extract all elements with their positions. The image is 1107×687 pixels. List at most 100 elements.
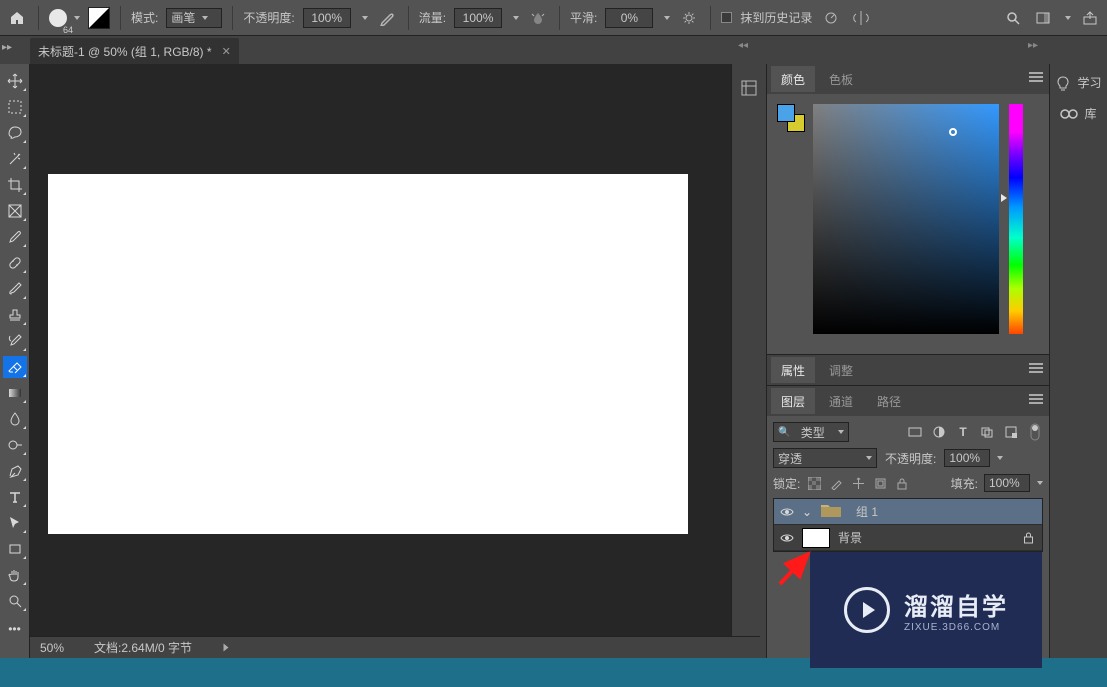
tab-adjust[interactable]: 调整	[819, 357, 863, 383]
status-menu-icon[interactable]	[224, 644, 229, 652]
mode-label: 模式:	[131, 9, 158, 26]
airbrush-icon[interactable]	[527, 7, 549, 29]
visibility-toggle[interactable]	[780, 505, 794, 519]
tab-layers[interactable]: 图层	[771, 388, 815, 414]
fg-bg-swatch[interactable]	[777, 104, 805, 132]
color-field[interactable]	[813, 104, 999, 334]
zoom-level[interactable]: 50%	[40, 641, 64, 655]
lock-position-icon[interactable]	[850, 475, 866, 491]
workspace-icon[interactable]	[1032, 7, 1054, 29]
doc-info[interactable]: 文档:2.64M/0 字节	[94, 639, 192, 656]
hand-tool[interactable]	[3, 564, 27, 586]
tab-attributes[interactable]: 属性	[771, 357, 815, 383]
eyedropper-tool[interactable]	[3, 226, 27, 248]
tab-paths[interactable]: 路径	[867, 388, 911, 414]
tab-channels[interactable]: 通道	[819, 388, 863, 414]
history-checkbox[interactable]	[721, 12, 732, 23]
hue-slider[interactable]	[1009, 104, 1023, 334]
search-icon[interactable]	[1002, 7, 1024, 29]
filter-smart-icon[interactable]	[1003, 424, 1019, 440]
healing-tool[interactable]	[3, 252, 27, 274]
chevron-down-icon[interactable]	[664, 16, 670, 20]
edit-toolbar-icon[interactable]: •••	[3, 618, 27, 640]
watermark-title: 溜溜自学	[904, 587, 1008, 622]
filter-type-icon[interactable]: T	[955, 424, 971, 440]
canvas-area[interactable]	[30, 64, 731, 687]
lock-icon[interactable]	[1023, 532, 1034, 544]
flow-input[interactable]: 100%	[454, 8, 502, 28]
library-panel-button[interactable]: 库	[1060, 105, 1096, 122]
history-brush-tool[interactable]	[3, 330, 27, 352]
filter-adjust-icon[interactable]	[931, 424, 947, 440]
chevron-down-icon[interactable]	[362, 16, 368, 20]
chevron-down-icon[interactable]	[1037, 481, 1043, 485]
zoom-tool[interactable]	[3, 590, 27, 612]
layer-opacity-label: 不透明度:	[885, 450, 936, 467]
stamp-tool[interactable]	[3, 304, 27, 326]
attributes-panel: 属性 调整	[767, 355, 1049, 386]
lock-all-icon[interactable]	[894, 475, 910, 491]
move-tool[interactable]	[3, 70, 27, 92]
tablet-pressure-icon[interactable]	[820, 7, 842, 29]
layer-item-group[interactable]: ⌄ 组 1	[774, 499, 1042, 525]
lock-artboard-icon[interactable]	[872, 475, 888, 491]
chevron-down-icon[interactable]	[1065, 16, 1071, 20]
gradient-tool[interactable]	[3, 382, 27, 404]
hue-pointer-icon	[1001, 194, 1007, 202]
filter-shape-icon[interactable]	[979, 424, 995, 440]
chevron-down-icon[interactable]	[997, 456, 1003, 460]
foreground-color[interactable]	[777, 104, 795, 122]
tab-color[interactable]: 颜色	[771, 66, 815, 92]
collapse-icon[interactable]: ▸▸	[1028, 40, 1038, 51]
panel-menu-icon[interactable]	[1029, 363, 1043, 373]
eraser-tool[interactable]	[3, 356, 27, 378]
opacity-pressure-icon[interactable]	[376, 7, 398, 29]
filter-pixel-icon[interactable]	[907, 424, 923, 440]
share-icon[interactable]	[1079, 7, 1101, 29]
layer-name[interactable]: 背景	[838, 529, 862, 546]
lock-transparent-icon[interactable]	[806, 475, 822, 491]
wand-tool[interactable]	[3, 148, 27, 170]
smoothing-gear-icon[interactable]	[678, 7, 700, 29]
layer-opacity-input[interactable]: 100%	[944, 449, 990, 467]
tab-swatches[interactable]: 色板	[819, 66, 863, 92]
layer-filter-select[interactable]: 🔍 类型	[773, 422, 849, 442]
expand-icon[interactable]: ⌄	[802, 505, 812, 519]
layer-name[interactable]: 组 1	[856, 503, 878, 520]
brush-panel-toggle[interactable]	[88, 7, 110, 29]
close-tab-icon[interactable]: ✕	[222, 45, 231, 58]
mode-select[interactable]: 画笔	[166, 8, 222, 28]
smoothing-input[interactable]: 0%	[605, 8, 653, 28]
blur-tool[interactable]	[3, 408, 27, 430]
chevron-down-icon[interactable]	[513, 16, 519, 20]
visibility-toggle[interactable]	[780, 531, 794, 545]
shape-tool[interactable]	[3, 538, 27, 560]
collapse-icon[interactable]: ▸▸	[2, 42, 12, 53]
filter-toggle[interactable]	[1027, 424, 1043, 440]
pen-tool[interactable]	[3, 460, 27, 482]
learn-panel-button[interactable]: 学习	[1055, 74, 1101, 91]
lock-pixels-icon[interactable]	[828, 475, 844, 491]
panel-menu-icon[interactable]	[1029, 394, 1043, 404]
marquee-tool[interactable]	[3, 96, 27, 118]
collapse-icon[interactable]: ◂◂	[738, 40, 748, 51]
frame-tool[interactable]	[3, 200, 27, 222]
panel-menu-icon[interactable]	[1029, 72, 1043, 82]
opacity-input[interactable]: 100%	[303, 8, 351, 28]
lasso-tool[interactable]	[3, 122, 27, 144]
document-tab[interactable]: 未标题-1 @ 50% (组 1, RGB/8) * ✕	[30, 38, 239, 64]
type-tool[interactable]	[3, 486, 27, 508]
brush-tool[interactable]	[3, 278, 27, 300]
brush-preset-picker[interactable]: 64	[49, 9, 80, 27]
symmetry-icon[interactable]	[850, 7, 872, 29]
blend-mode-select[interactable]: 穿透	[773, 448, 877, 468]
fill-label: 填充:	[951, 475, 978, 492]
layer-item-background[interactable]: 背景	[774, 525, 1042, 551]
home-button[interactable]	[6, 7, 28, 29]
layer-fill-input[interactable]: 100%	[984, 474, 1030, 492]
crop-tool[interactable]	[3, 174, 27, 196]
canvas[interactable]	[48, 174, 688, 534]
history-panel-icon[interactable]	[735, 74, 763, 102]
path-select-tool[interactable]	[3, 512, 27, 534]
dodge-tool[interactable]	[3, 434, 27, 456]
